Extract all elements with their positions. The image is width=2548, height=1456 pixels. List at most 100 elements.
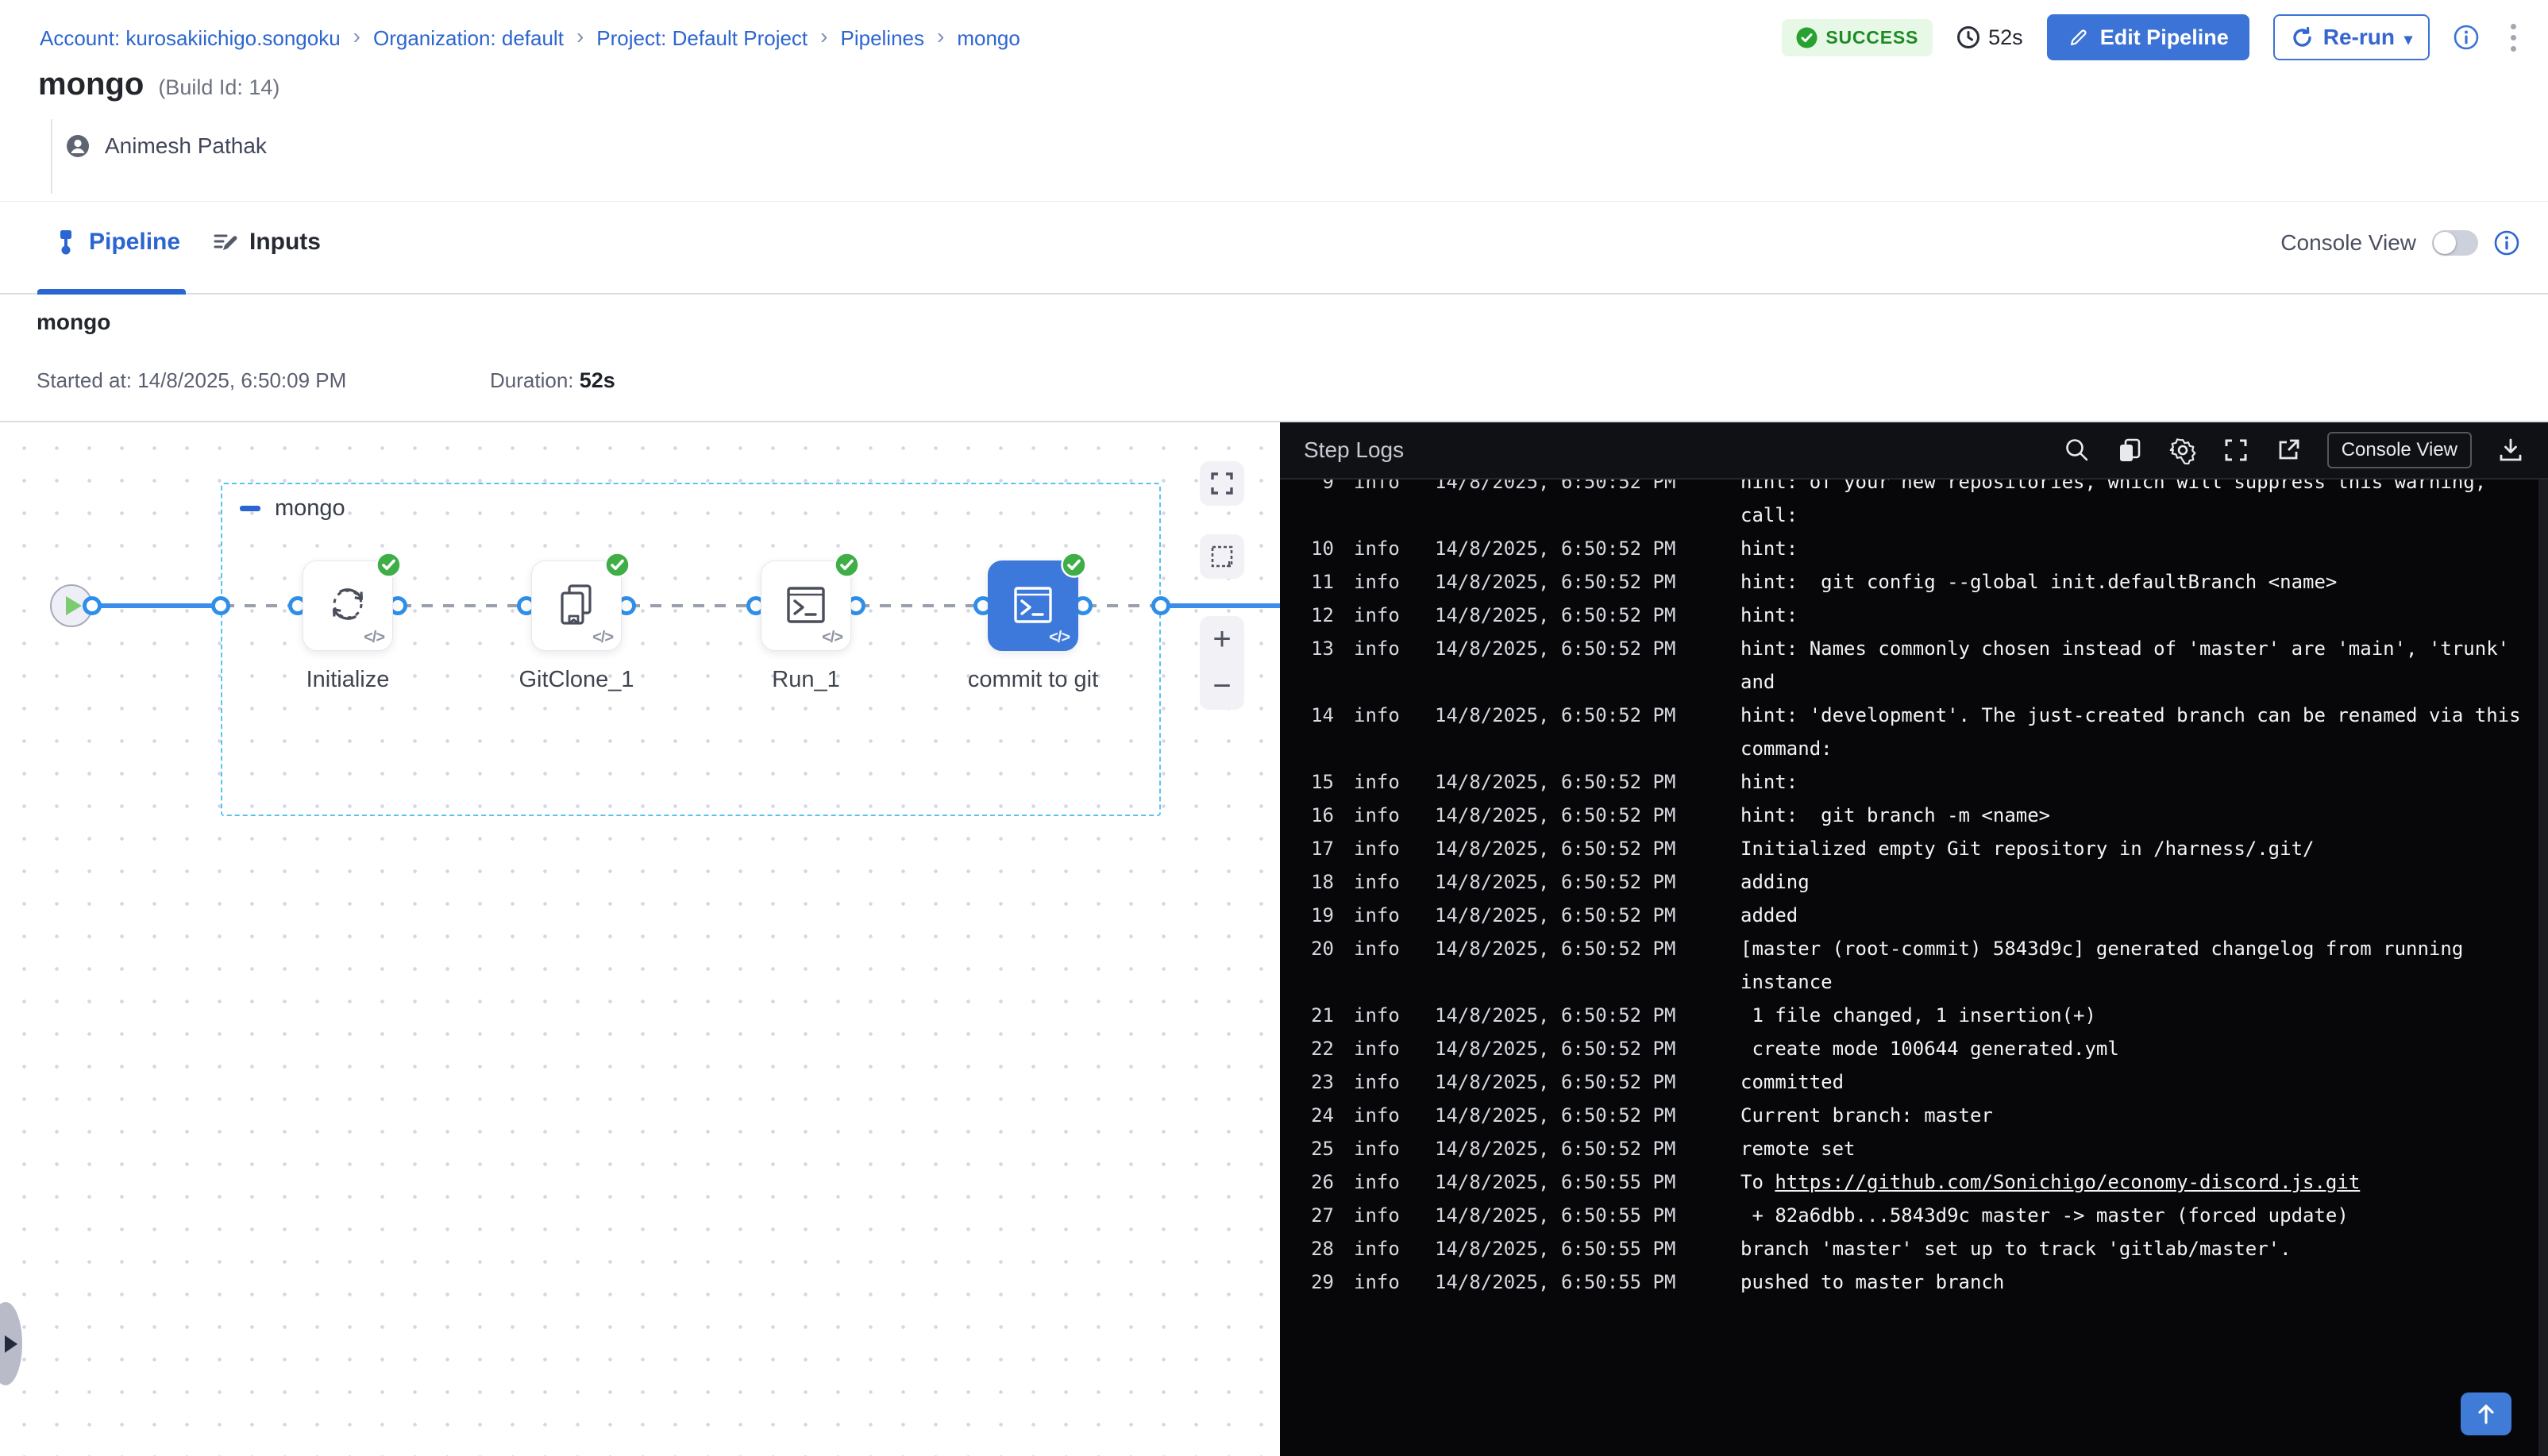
log-level: info <box>1334 599 1421 632</box>
info-icon[interactable] <box>2454 25 2479 50</box>
canvas-select-button[interactable] <box>1200 534 1244 579</box>
arrow-up-icon <box>2474 1402 2498 1426</box>
log-message-line: hint: 'development'. The just-created br… <box>1740 699 2538 732</box>
step-success-badge <box>376 552 402 582</box>
stage-group-name: mongo <box>275 495 345 522</box>
log-download-icon[interactable] <box>2497 437 2524 464</box>
more-options-menu[interactable] <box>2503 21 2524 55</box>
log-line-number: 10 <box>1280 532 1334 565</box>
breadcrumb-item[interactable]: Project: Default Project <box>596 26 808 51</box>
pipeline-step-commit-to-git[interactable]: </> <box>988 560 1078 651</box>
connector-pending <box>223 604 298 607</box>
step-success-badge <box>834 552 860 582</box>
step-success-badge <box>1061 552 1087 582</box>
user-icon <box>65 133 91 159</box>
log-message-line: adding <box>1740 865 2538 899</box>
breadcrumb-item[interactable]: mongo <box>957 26 1020 51</box>
rerun-button[interactable]: Re-run ▾ <box>2273 14 2430 60</box>
status-label: SUCCESS <box>1825 27 1918 48</box>
log-settings-icon[interactable] <box>2168 436 2197 464</box>
log-timestamp: 14/8/2025, 6:50:52 PM <box>1421 832 1727 865</box>
log-open-new-tab-icon[interactable] <box>2275 437 2302 464</box>
log-level: info <box>1334 865 1421 899</box>
canvas-fullscreen-button[interactable] <box>1200 461 1244 506</box>
console-view-info-icon[interactable] <box>2494 230 2519 256</box>
step-label: Run_1 <box>703 667 909 693</box>
log-line-number: 24 <box>1280 1099 1334 1132</box>
tab-pipeline-label: Pipeline <box>89 229 180 256</box>
log-line-number: 9 <box>1280 480 1334 499</box>
started-label: Started at: <box>37 368 132 392</box>
log-timestamp: 14/8/2025, 6:50:55 PM <box>1421 1232 1727 1265</box>
log-row: 15info14/8/2025, 6:50:52 PMhint: <box>1280 765 2538 799</box>
breadcrumb-item[interactable]: Organization: default <box>373 26 564 51</box>
breadcrumb-item[interactable]: Account: kurosakiichigo.songoku <box>40 26 341 51</box>
zoom-out-button[interactable]: − <box>1200 663 1244 710</box>
log-message-line: instance <box>1740 965 2538 999</box>
play-icon <box>66 596 82 615</box>
build-id: (Build Id: 14) <box>158 75 279 100</box>
log-line-number: 25 <box>1280 1132 1334 1165</box>
log-message-line: 1 file changed, 1 insertion(+) <box>1740 999 2538 1032</box>
scroll-to-top-button[interactable] <box>2461 1392 2511 1435</box>
log-scrollbar[interactable] <box>2538 480 2548 1456</box>
log-message-line: hint: git config --global init.defaultBr… <box>1740 565 2538 599</box>
log-search-icon[interactable] <box>2064 437 2091 464</box>
log-message: hint: <box>1727 532 2538 565</box>
log-message: Initialized empty Git repository in /har… <box>1727 832 2538 865</box>
pipeline-step-run-1[interactable]: </> <box>761 560 851 651</box>
log-row: 19info14/8/2025, 6:50:52 PMadded <box>1280 899 2538 932</box>
log-message: branch 'master' set up to track 'gitlab/… <box>1727 1232 2538 1265</box>
log-timestamp: 14/8/2025, 6:50:52 PM <box>1421 1032 1727 1065</box>
terminal-icon <box>783 581 829 631</box>
breadcrumb-separator: › <box>353 24 360 49</box>
connector-executed <box>96 603 223 608</box>
edit-pipeline-button[interactable]: Edit Pipeline <box>2047 14 2249 60</box>
expand-panel-handle[interactable] <box>0 1302 22 1385</box>
log-timestamp: 14/8/2025, 6:50:55 PM <box>1421 1165 1727 1199</box>
log-row: 28info14/8/2025, 6:50:55 PMbranch 'maste… <box>1280 1232 2538 1265</box>
author-row: Animesh Pathak <box>65 133 267 159</box>
log-message-line: To https://github.com/Sonichigo/economy-… <box>1740 1165 2538 1199</box>
log-message: create mode 100644 generated.yml <box>1727 1032 2538 1065</box>
log-message-line: Current branch: master <box>1740 1099 2538 1132</box>
success-check-icon <box>1796 27 1818 48</box>
pipeline-step-gitclone-1[interactable]: </> <box>531 560 622 651</box>
log-message: 1 file changed, 1 insertion(+) <box>1727 999 2538 1032</box>
log-line-number: 26 <box>1280 1165 1334 1199</box>
breadcrumb-item[interactable]: Pipelines <box>840 26 924 51</box>
tab-inputs[interactable]: Inputs <box>213 229 321 256</box>
log-line-number: 21 <box>1280 999 1334 1032</box>
collapse-stage-icon[interactable] <box>240 506 260 511</box>
log-message-line: added <box>1740 899 2538 932</box>
log-row: 17info14/8/2025, 6:50:52 PMInitialized e… <box>1280 832 2538 865</box>
status-badge: SUCCESS <box>1782 19 1933 56</box>
log-row: 29info14/8/2025, 6:50:55 PMpushed to mas… <box>1280 1265 2538 1299</box>
tab-inputs-label: Inputs <box>249 229 321 256</box>
log-toolbar: Console View <box>2064 432 2524 468</box>
log-timestamp: 14/8/2025, 6:50:52 PM <box>1421 632 1727 665</box>
zoom-in-button[interactable]: + <box>1200 616 1244 663</box>
log-console-view-button[interactable]: Console View <box>2327 432 2472 468</box>
rerun-caret-icon[interactable]: ▾ <box>2404 29 2412 49</box>
log-fullscreen-icon[interactable] <box>2222 437 2249 464</box>
tab-pipeline[interactable]: Pipeline <box>54 229 180 256</box>
log-output[interactable]: 9info14/8/2025, 6:50:52 PMhint: of your … <box>1280 480 2538 1456</box>
pencil-icon <box>2068 27 2089 48</box>
log-line-number: 16 <box>1280 799 1334 832</box>
log-message: committed <box>1727 1065 2538 1099</box>
log-message-line: pushed to master branch <box>1740 1265 2538 1299</box>
log-level: info <box>1334 632 1421 665</box>
pipeline-canvas[interactable]: mongo </>Initialize</>GitClone_1</>Run_1… <box>0 422 1280 1456</box>
log-copy-icon[interactable] <box>2116 437 2143 464</box>
step-logs-panel: Step Logs Console View 9info14/8/2025, 6… <box>1280 422 2548 1456</box>
started-at: Started at: 14/8/2025, 6:50:09 PM <box>37 368 346 393</box>
connector-pending <box>1085 604 1161 607</box>
pipeline-step-initialize[interactable]: </> <box>303 560 393 651</box>
log-message-line: hint: <box>1740 532 2538 565</box>
log-message-line: + 82a6dbb...5843d9c master -> master (fo… <box>1740 1199 2538 1232</box>
console-view-toggle[interactable] <box>2432 230 2478 256</box>
log-timestamp: 14/8/2025, 6:50:52 PM <box>1421 1065 1727 1099</box>
log-message: pushed to master branch <box>1727 1265 2538 1299</box>
log-link[interactable]: https://github.com/Sonichigo/economy-dis… <box>1775 1171 2360 1193</box>
